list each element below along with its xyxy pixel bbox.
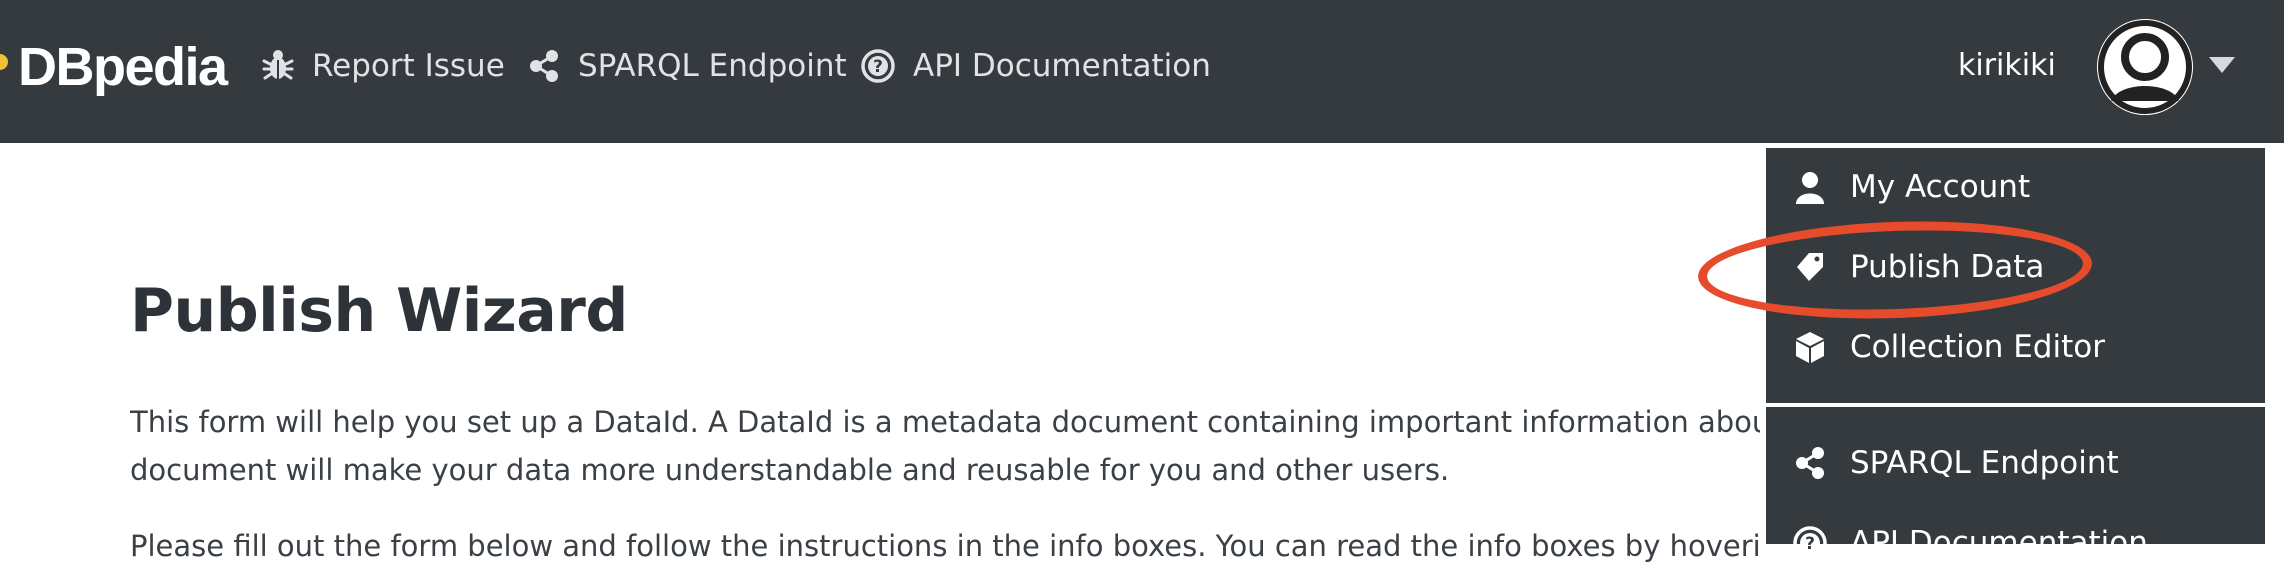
page-title: Publish Wizard <box>130 276 628 346</box>
bug-icon <box>262 50 294 80</box>
nav-sparql-endpoint-link[interactable]: SPARQL Endpoint <box>528 44 847 88</box>
nav-api-documentation-link[interactable]: ? API Documentation <box>861 44 1211 88</box>
top-navbar: DBpedia Report Issue SPARQL Endpoint ? A… <box>0 0 2284 143</box>
dbpedia-logo[interactable]: DBpedia <box>18 36 228 98</box>
menu-divider <box>1766 403 2265 407</box>
intro-paragraph-line-1: This form will help you set up a DataId.… <box>130 405 1760 439</box>
box-icon <box>1792 329 1828 365</box>
menu-item-sparql-endpoint-label: SPARQL Endpoint <box>1850 445 2119 481</box>
intro-paragraph-line-2: document will make your data more unders… <box>130 453 1450 487</box>
logo-dot <box>0 54 8 70</box>
svg-text:?: ? <box>873 57 883 77</box>
share-nodes-icon <box>1792 445 1828 481</box>
menu-item-my-account-label: My Account <box>1850 169 2031 205</box>
user-icon <box>1792 169 1828 205</box>
menu-item-collection-editor-label: Collection Editor <box>1850 329 2105 365</box>
instructions-paragraph-line-1: Please fill out the form below and follo… <box>130 529 1760 563</box>
svg-text:?: ? <box>1805 534 1815 554</box>
username-label[interactable]: kirikiki <box>1958 48 2056 83</box>
menu-item-my-account[interactable]: My Account <box>1792 162 2030 212</box>
menu-item-api-documentation-label: API Documentation <box>1850 525 2148 561</box>
user-dropdown-menu: My Account Publish Data Collection Edito… <box>1766 148 2265 561</box>
question-circle-icon: ? <box>1792 525 1828 561</box>
nav-sparql-endpoint-label: SPARQL Endpoint <box>578 48 847 84</box>
question-circle-icon: ? <box>861 49 895 83</box>
nav-api-documentation-label: API Documentation <box>913 48 1211 84</box>
user-avatar-icon <box>2097 19 2193 115</box>
chevron-down-icon[interactable] <box>2209 57 2235 73</box>
nav-report-issue-label: Report Issue <box>312 48 505 84</box>
avatar[interactable] <box>2097 19 2193 115</box>
share-nodes-icon <box>530 50 558 82</box>
menu-item-sparql-endpoint[interactable]: SPARQL Endpoint <box>1792 438 2119 488</box>
nav-report-issue-link[interactable]: Report Issue <box>262 44 505 88</box>
menu-item-api-documentation[interactable]: ? API Documentation <box>1792 518 2148 568</box>
menu-item-collection-editor[interactable]: Collection Editor <box>1792 322 2105 372</box>
